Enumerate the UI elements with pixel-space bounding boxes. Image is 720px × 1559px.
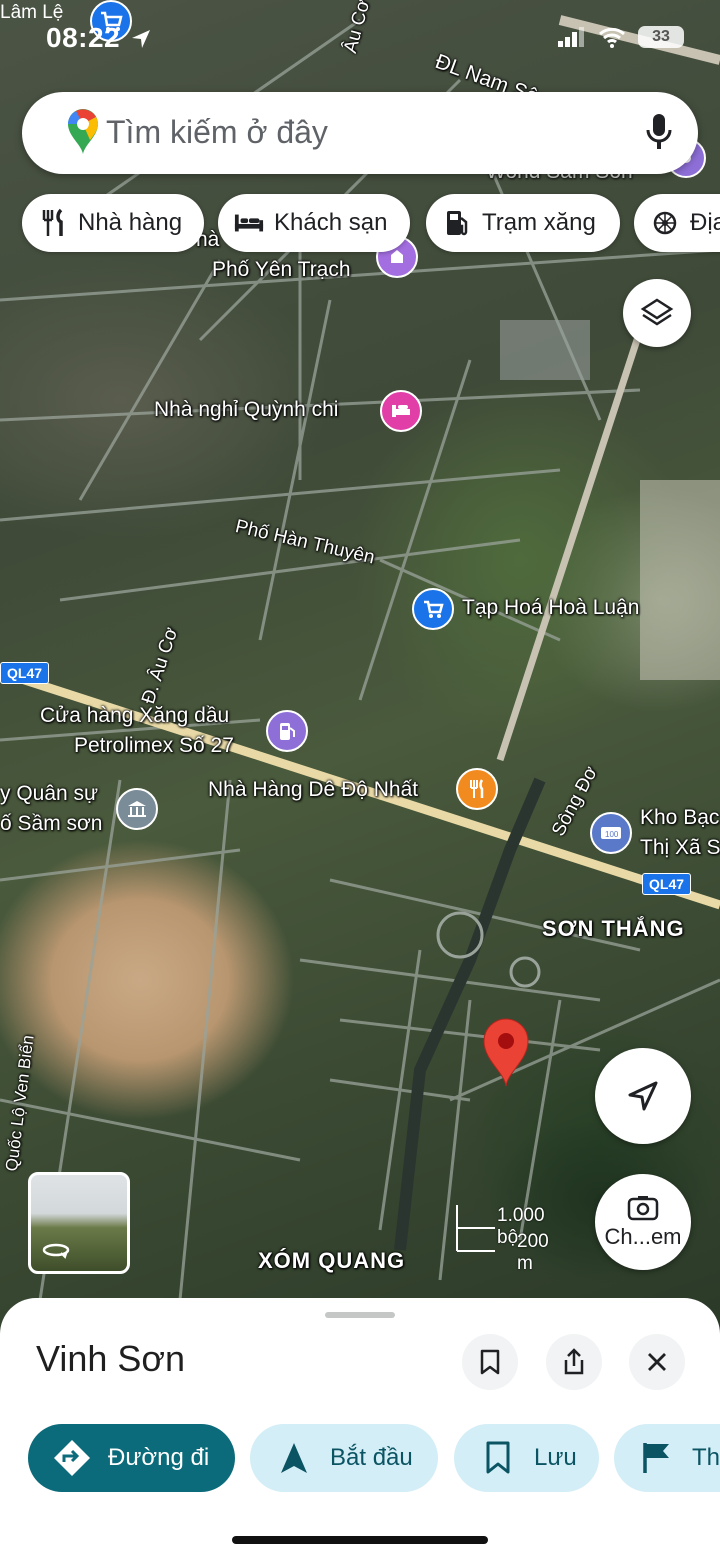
add-label-button[interactable]: Th bbox=[614, 1424, 720, 1492]
navigation-arrow-icon bbox=[628, 1081, 658, 1111]
place-label: Phố Yên Trạch bbox=[212, 258, 351, 281]
scale-metric: 200 m bbox=[517, 1231, 549, 1274]
bookmark-icon bbox=[478, 1438, 518, 1478]
restaurant-poi-icon[interactable] bbox=[456, 768, 498, 810]
place-bottom-sheet[interactable]: Vinh Sơn Đường đi Bắt đầu Lưu Th bbox=[0, 1298, 720, 1559]
place-title: Vinh Sơn bbox=[36, 1338, 186, 1379]
chip-label: Trạm xăng bbox=[482, 209, 596, 236]
dropped-pin-icon[interactable] bbox=[480, 1016, 532, 1093]
location-arrow-icon bbox=[132, 30, 150, 48]
camera-search-button[interactable]: Ch...em bbox=[595, 1174, 691, 1270]
category-chips: Nhà hàng Khách sạn Trạm xăng Địa bbox=[22, 194, 720, 252]
directions-button[interactable]: Đường đi bbox=[28, 1424, 235, 1492]
chip-label: Nhà hàng bbox=[78, 209, 183, 236]
camera-search-label: Ch...em bbox=[604, 1224, 682, 1249]
place-label: Nhà nghỉ Quỳnh chi bbox=[154, 398, 339, 421]
gas-pump-icon bbox=[442, 208, 472, 238]
place-label: Petrolimex Số 27 bbox=[74, 734, 234, 757]
bed-icon bbox=[234, 208, 264, 238]
street-view-thumbnail[interactable] bbox=[28, 1172, 130, 1274]
road-shield: QL47 bbox=[0, 662, 50, 684]
microphone-icon[interactable] bbox=[646, 112, 672, 157]
place-label: y Quân sự bbox=[0, 782, 99, 805]
bank-poi-icon[interactable]: 100 bbox=[590, 812, 632, 854]
label-label: Th bbox=[691, 1444, 720, 1471]
directions-label: Đường đi bbox=[108, 1444, 210, 1471]
chip-restaurants[interactable]: Nhà hàng bbox=[22, 194, 204, 252]
layers-button[interactable] bbox=[623, 279, 691, 347]
government-poi-icon[interactable] bbox=[116, 788, 158, 830]
wifi-icon bbox=[599, 27, 625, 48]
attraction-icon bbox=[650, 208, 680, 238]
place-label: Kho Bạc bbox=[640, 806, 720, 829]
place-label: Nhà Hàng Dê Độ Nhất bbox=[208, 778, 419, 801]
back-to-app-label[interactable]: Lâm Lệ bbox=[0, 2, 63, 24]
close-icon bbox=[648, 1353, 666, 1371]
fork-knife-icon bbox=[38, 208, 68, 238]
share-icon bbox=[564, 1348, 584, 1375]
chip-gas-stations[interactable]: Trạm xăng bbox=[426, 194, 620, 252]
place-label: Thị Xã S bbox=[640, 836, 720, 859]
my-location-button[interactable] bbox=[595, 1048, 691, 1144]
place-label: Tạp Hoá Hoà Luận bbox=[462, 596, 640, 619]
start-label: Bắt đầu bbox=[330, 1444, 413, 1471]
status-bar: Lâm Lệ 08:22 33 bbox=[0, 0, 720, 60]
grocery-poi-icon[interactable] bbox=[412, 588, 454, 630]
place-label: Cửa hàng Xăng dầu bbox=[40, 704, 230, 727]
close-button[interactable] bbox=[629, 1334, 685, 1390]
battery-indicator: 33 bbox=[638, 26, 684, 48]
signal-icon bbox=[558, 27, 584, 47]
camera-lens-icon bbox=[627, 1196, 659, 1221]
area-label: XÓM QUANG bbox=[258, 1248, 406, 1273]
search-input[interactable]: Tìm kiếm ở đây bbox=[106, 114, 328, 151]
chip-hotels[interactable]: Khách sạn bbox=[218, 194, 410, 252]
save-button[interactable]: Lưu bbox=[454, 1424, 599, 1492]
chip-label: Khách sạn bbox=[274, 209, 388, 236]
save-label: Lưu bbox=[534, 1444, 577, 1471]
sheet-drag-handle[interactable] bbox=[325, 1312, 395, 1318]
place-label: ố Sầm sơn bbox=[0, 812, 103, 835]
clock: 08:22 bbox=[46, 22, 121, 53]
directions-icon bbox=[52, 1438, 92, 1478]
hotel-poi-icon[interactable] bbox=[380, 390, 422, 432]
start-navigation-button[interactable]: Bắt đầu bbox=[250, 1424, 438, 1492]
chip-label: Địa bbox=[690, 209, 720, 236]
scale-bar bbox=[456, 1205, 495, 1252]
flag-icon bbox=[638, 1438, 676, 1478]
area-label: SƠN THẮNG bbox=[542, 916, 685, 941]
search-bar[interactable]: Tìm kiếm ở đây bbox=[22, 92, 698, 174]
share-button[interactable] bbox=[546, 1334, 602, 1390]
google-maps-logo-icon bbox=[66, 108, 100, 161]
save-place-button[interactable] bbox=[462, 1334, 518, 1390]
360-rotate-icon bbox=[42, 1243, 70, 1259]
river bbox=[394, 777, 546, 1251]
bookmark-outline-icon bbox=[480, 1349, 500, 1375]
svg-text:100: 100 bbox=[605, 830, 619, 839]
chip-attractions[interactable]: Địa bbox=[634, 194, 720, 252]
road-shield: QL47 bbox=[642, 873, 692, 895]
home-indicator[interactable] bbox=[232, 1536, 488, 1544]
gas-station-poi-icon[interactable] bbox=[266, 710, 308, 752]
layers-icon bbox=[640, 298, 674, 326]
navigation-icon bbox=[274, 1438, 314, 1478]
